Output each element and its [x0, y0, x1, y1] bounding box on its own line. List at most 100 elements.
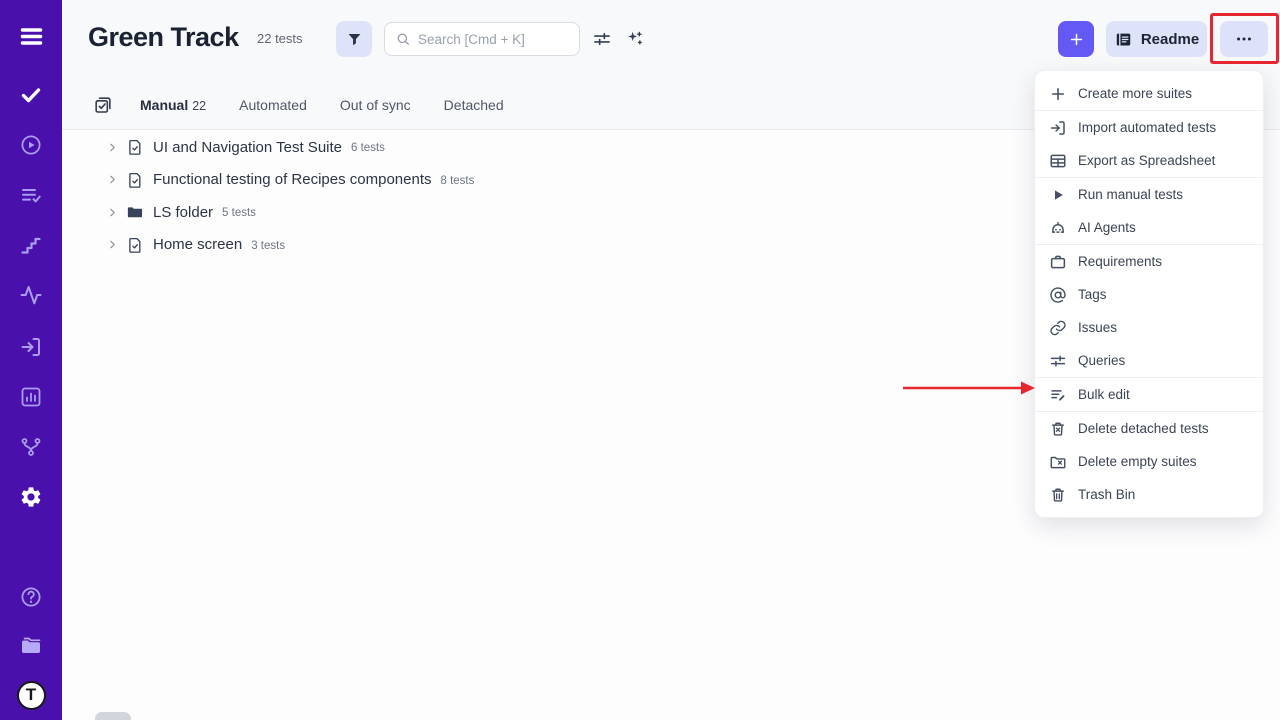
expand-chevron-icon[interactable] [106, 173, 119, 186]
expand-chevron-icon[interactable] [106, 238, 119, 251]
filter-icon [345, 30, 364, 49]
play-icon [1049, 186, 1067, 204]
search-input[interactable] [418, 32, 558, 47]
page-title: Green Track [88, 22, 239, 53]
search-box[interactable] [384, 22, 580, 56]
sidebar-item-analytics[interactable] [0, 383, 62, 411]
at-icon [1049, 286, 1067, 304]
suite-row[interactable]: Home screen 3 tests [62, 229, 962, 262]
stairs-icon [19, 233, 43, 257]
menu-item-label: Import automated tests [1078, 120, 1216, 135]
menu-item-tags[interactable]: Tags [1035, 278, 1263, 311]
import-icon [1049, 119, 1067, 137]
link-icon [1049, 319, 1067, 337]
file-check-icon [126, 171, 144, 189]
ai-sparkles-button[interactable] [625, 29, 645, 49]
folder-x-icon [1049, 453, 1067, 471]
menu-item-label: Delete detached tests [1078, 421, 1209, 436]
suite-test-count: 8 tests [441, 173, 475, 187]
app-logo: T [17, 681, 46, 710]
select-all-icon [93, 95, 113, 115]
menu-item-label: Queries [1078, 353, 1125, 368]
suite-test-count: 5 tests [222, 205, 256, 219]
tab-automated[interactable]: Automated [239, 97, 307, 113]
activity-icon [19, 283, 43, 307]
readme-button[interactable]: Readme [1106, 21, 1207, 57]
sidebar-item-menu-toggle[interactable] [0, 22, 62, 50]
trash-x-icon [1049, 420, 1067, 438]
folder-fill-icon [19, 633, 43, 657]
app-window: T Green Track 22 tests Readme [0, 0, 1280, 720]
sidebar-item-settings[interactable] [0, 483, 62, 511]
menu-item-label: Bulk edit [1078, 387, 1130, 402]
list-check-icon [19, 183, 43, 207]
suite-row[interactable]: UI and Navigation Test Suite6 tests [62, 131, 962, 164]
menu-item-create-more-suites[interactable]: Create more suites [1035, 77, 1263, 110]
robot-icon [1049, 219, 1067, 237]
sidebar-item-help[interactable] [0, 583, 62, 611]
import-icon [19, 335, 43, 359]
sidebar-item-test-plans[interactable] [0, 181, 62, 209]
branch-icon [19, 435, 43, 459]
menu-item-label: Requirements [1078, 254, 1162, 269]
sidebar-item-steps[interactable] [0, 231, 62, 259]
tab-label: Out of sync [340, 97, 411, 113]
menu-item-label: Create more suites [1078, 86, 1192, 101]
menu-item-ai-agents[interactable]: AI Agents [1035, 211, 1263, 244]
menu-item-export-as-spreadsheet[interactable]: Export as Spreadsheet [1035, 144, 1263, 177]
menu-item-trash-bin[interactable]: Trash Bin [1035, 478, 1263, 511]
menu-item-label: Trash Bin [1078, 487, 1135, 502]
tab-detached[interactable]: Detached [444, 97, 504, 113]
more-actions-menu: Create more suites Import automated tests… [1034, 70, 1264, 518]
sidebar-item-branches[interactable] [0, 433, 62, 461]
hamburger-icon [18, 23, 45, 50]
expand-chevron-icon[interactable] [106, 206, 119, 219]
sidebar-item-tests[interactable] [0, 81, 62, 109]
play-circle-icon [19, 133, 43, 157]
suite-name[interactable]: Functional testing of Recipes components [153, 171, 432, 188]
suite-name[interactable]: Home screen [153, 236, 242, 253]
menu-item-bulk-edit[interactable]: Bulk edit [1035, 378, 1263, 411]
tab-bar: Manual 22 Automated Out of sync Detached [62, 90, 537, 120]
create-button[interactable] [1058, 21, 1094, 57]
suite-row[interactable]: Functional testing of Recipes components… [62, 164, 962, 197]
briefcase-icon [1049, 253, 1067, 271]
sidebar-item-runs[interactable] [0, 131, 62, 159]
tab-count: 22 [192, 99, 206, 113]
menu-item-delete-empty-suites[interactable]: Delete empty suites [1035, 445, 1263, 478]
suite-list: UI and Navigation Test Suite6 testsFunct… [62, 131, 962, 261]
sidebar-item-projects[interactable] [0, 631, 62, 659]
menu-item-issues[interactable]: Issues [1035, 311, 1263, 344]
expand-chevron-icon[interactable] [106, 141, 119, 154]
sidebar-item-import[interactable] [0, 333, 62, 361]
file-check-icon [126, 236, 144, 254]
sidebar-item-logo[interactable]: T [0, 681, 62, 709]
readme-icon [1114, 30, 1133, 49]
sidebar: T [0, 0, 62, 720]
menu-item-run-manual-tests[interactable]: Run manual tests [1035, 178, 1263, 211]
view-settings-button[interactable] [592, 29, 612, 49]
tab-out-of-sync[interactable]: Out of sync [340, 97, 411, 113]
menu-item-label: Run manual tests [1078, 187, 1183, 202]
folder-suite-icon [126, 203, 144, 221]
tab-label: Detached [444, 97, 504, 113]
suite-row[interactable]: LS folder 5 tests [62, 196, 962, 229]
spreadsheet-icon [1049, 152, 1067, 170]
suite-test-count: 3 tests [251, 238, 285, 252]
more-actions-button[interactable] [1220, 21, 1268, 57]
menu-item-queries[interactable]: Queries [1035, 344, 1263, 377]
filter-button[interactable] [336, 21, 372, 57]
tab-manual[interactable]: Manual 22 [140, 97, 206, 113]
menu-item-import-automated-tests[interactable]: Import automated tests [1035, 111, 1263, 144]
menu-item-label: AI Agents [1078, 220, 1136, 235]
suite-name[interactable]: UI and Navigation Test Suite [153, 139, 342, 156]
trash-icon [1049, 486, 1067, 504]
sidebar-item-pulse[interactable] [0, 281, 62, 309]
menu-item-delete-detached-tests[interactable]: Delete detached tests [1035, 412, 1263, 445]
suite-name[interactable]: LS folder [153, 204, 213, 221]
select-all-button[interactable] [93, 95, 113, 115]
tab-label: Manual [140, 97, 188, 113]
file-check-icon [126, 138, 144, 156]
chart-square-icon [19, 385, 43, 409]
menu-item-requirements[interactable]: Requirements [1035, 245, 1263, 278]
